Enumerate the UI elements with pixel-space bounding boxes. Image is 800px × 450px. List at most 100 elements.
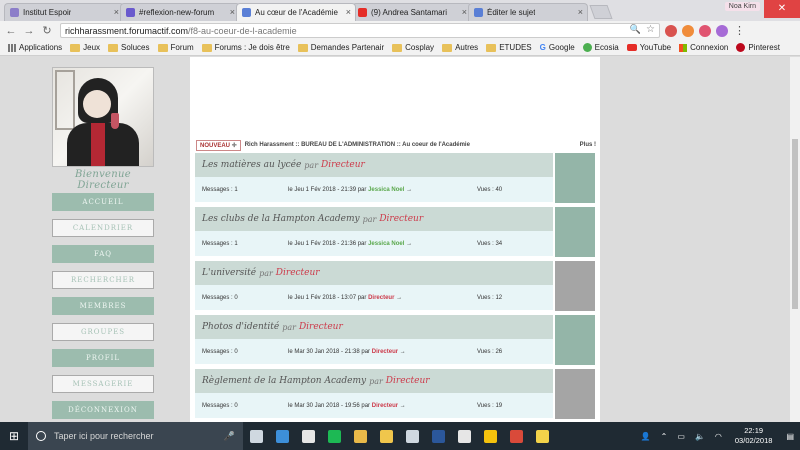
clock[interactable]: 22:19 03/02/2018 <box>735 426 773 446</box>
tab-close-icon[interactable]: × <box>578 7 583 17</box>
extension-icon[interactable] <box>682 24 694 37</box>
reload-icon[interactable]: ↻ <box>40 24 54 37</box>
goto-last-arrow-icon[interactable]: → <box>400 403 406 409</box>
bookmark-item[interactable]: Forums : Je dois être <box>201 43 290 52</box>
bookmark-item[interactable]: Ecosia <box>582 43 619 52</box>
sidebar-menu-button[interactable]: MESSAGERIE <box>52 375 154 393</box>
bookmark-item[interactable]: Soluces <box>108 43 150 52</box>
bookmark-item[interactable]: Jeux <box>70 43 100 52</box>
bookmark-item[interactable]: Cosplay <box>392 43 434 52</box>
topic-title[interactable]: Règlement de la Hampton Academy <box>202 376 366 386</box>
notification-icon[interactable]: ▤ <box>786 432 794 441</box>
breadcrumb-path[interactable]: Rich Harassment :: BUREAU DE L'ADMINISTR… <box>245 142 470 148</box>
last-post-author[interactable]: Directeur <box>368 295 394 301</box>
extension-icon[interactable] <box>699 24 711 37</box>
chevron-up-icon[interactable]: ⌃ <box>661 432 668 441</box>
extension-icon[interactable] <box>665 24 677 37</box>
topic-author[interactable]: Directeur <box>386 376 430 386</box>
game-icon[interactable] <box>503 422 529 450</box>
topic-row[interactable]: Photos d'identité par Directeur Messages : … <box>195 315 595 365</box>
new-topic-button[interactable]: NOUVEAU ✚ <box>196 139 241 151</box>
topic-title[interactable]: Photos d'identité <box>202 322 279 332</box>
tab-close-icon[interactable]: × <box>462 7 467 17</box>
chrome-icon[interactable] <box>477 422 503 450</box>
bookmark-item[interactable]: Demandes Partenair <box>297 43 384 52</box>
taskbar-search[interactable]: Taper ici pour rechercher 🎤 <box>28 422 243 450</box>
bookmark-item[interactable]: G Google <box>540 43 575 52</box>
scrollbar[interactable] <box>790 57 800 422</box>
topic-author[interactable]: Directeur <box>321 160 365 170</box>
store-icon[interactable] <box>295 422 321 450</box>
close-window-button[interactable]: ✕ <box>764 0 800 18</box>
bookmark-item[interactable]: ETUDES <box>486 43 532 52</box>
mail-icon[interactable] <box>451 422 477 450</box>
bookmark-item[interactable]: YouTube <box>626 43 671 52</box>
bookmark-item[interactable]: Forum <box>157 43 194 52</box>
spotify-icon[interactable] <box>321 422 347 450</box>
sidebar-menu-button[interactable]: CALENDRIER <box>52 219 154 237</box>
topic-row[interactable]: Règlement de la Hampton Academy par Direct… <box>195 369 595 419</box>
topic-row[interactable]: Les matières au lycée par Directeur Message… <box>195 153 595 203</box>
sidebar-menu-button[interactable]: PROFIL <box>52 349 154 367</box>
bookmark-item[interactable]: Pinterest <box>736 43 780 52</box>
goto-last-arrow-icon[interactable]: → <box>396 295 402 301</box>
volume-icon[interactable]: 🔈 <box>695 432 705 441</box>
edge-icon[interactable] <box>269 422 295 450</box>
topic-title[interactable]: L'université <box>202 268 256 278</box>
microphone-icon[interactable]: 🎤 <box>224 431 235 442</box>
sidebar-menu-button[interactable]: RECHERCHER <box>52 271 154 289</box>
menu-icon[interactable]: ⋮ <box>734 24 745 37</box>
new-tab-button[interactable] <box>589 5 613 19</box>
topic-title[interactable]: Les clubs de la Hampton Academy <box>202 214 360 224</box>
sidebar-menu-button[interactable]: ACCUEIL <box>52 193 154 211</box>
tab-close-icon[interactable]: × <box>230 7 235 17</box>
browser-tab[interactable]: Au cœur de l'Académie × <box>236 3 356 21</box>
sidebar-menu-button[interactable]: DÉCONNEXION <box>52 401 154 419</box>
back-icon[interactable]: ← <box>4 25 18 37</box>
topic-info: Messages : 0 le Jeu 1 Fév 2018 - 13:07 pa… <box>195 285 553 310</box>
goto-last-arrow-icon[interactable]: → <box>406 187 412 193</box>
plus-link[interactable]: Plus ! <box>580 142 596 148</box>
topic-row[interactable]: L'université par Directeur Messages : 0 le J… <box>195 261 595 311</box>
network-icon[interactable]: ▭ <box>677 432 685 441</box>
last-post-author[interactable]: Jessica Noel <box>368 241 404 247</box>
tab-close-icon[interactable]: × <box>346 7 351 17</box>
word-icon[interactable] <box>425 422 451 450</box>
bookmark-item[interactable]: Applications <box>8 43 62 52</box>
scrollbar-thumb[interactable] <box>792 139 798 309</box>
profile-chip[interactable]: Noa Kirn <box>724 2 760 11</box>
last-post-author[interactable]: Directeur <box>372 403 398 409</box>
sidebar-menu-button[interactable]: GROUPES <box>52 323 154 341</box>
sidebar-menu-button[interactable]: FAQ <box>52 245 154 263</box>
sidebar-menu-button[interactable]: MEMBRES <box>52 297 154 315</box>
bookmark-item[interactable]: Connexion <box>679 43 728 52</box>
search-icon[interactable]: 🔍 <box>630 24 641 35</box>
extension-icon[interactable] <box>716 24 728 37</box>
wifi-icon[interactable]: ◠ <box>715 432 722 441</box>
topic-title[interactable]: Les matières au lycée <box>202 160 301 170</box>
notes-icon[interactable] <box>529 422 555 450</box>
browser-tab[interactable]: (9) Andrea Santamari × <box>352 3 472 21</box>
goto-last-arrow-icon[interactable]: → <box>400 349 406 355</box>
url-input[interactable]: richharassment.forumactif.com/f8-au-coeu… <box>60 23 660 38</box>
topic-author[interactable]: Directeur <box>379 214 423 224</box>
paint-icon[interactable] <box>347 422 373 450</box>
topic-author[interactable]: Directeur <box>276 268 320 278</box>
bookmark-item[interactable]: Autres <box>442 43 478 52</box>
browser-tab[interactable]: #reflexion-new-forum × <box>120 3 240 21</box>
steam-icon[interactable] <box>399 422 425 450</box>
topic-row[interactable]: Les clubs de la Hampton Academy par Direct… <box>195 207 595 257</box>
bookmark-star-icon[interactable]: ☆ <box>646 24 655 35</box>
last-post-author[interactable]: Directeur <box>372 349 398 355</box>
task-view-icon[interactable] <box>243 422 269 450</box>
goto-last-arrow-icon[interactable]: → <box>406 241 412 247</box>
browser-tab[interactable]: Institut Espoir × <box>4 3 124 21</box>
topic-author[interactable]: Directeur <box>299 322 343 332</box>
browser-tab[interactable]: Éditer le sujet × <box>468 3 588 21</box>
windows-start-icon[interactable]: ⊞ <box>0 422 28 450</box>
explorer-icon[interactable] <box>373 422 399 450</box>
last-post-author[interactable]: Jessica Noel <box>368 187 404 193</box>
people-icon[interactable]: 👤 <box>641 432 651 441</box>
forward-icon[interactable]: → <box>22 25 36 37</box>
tab-close-icon[interactable]: × <box>114 7 119 17</box>
